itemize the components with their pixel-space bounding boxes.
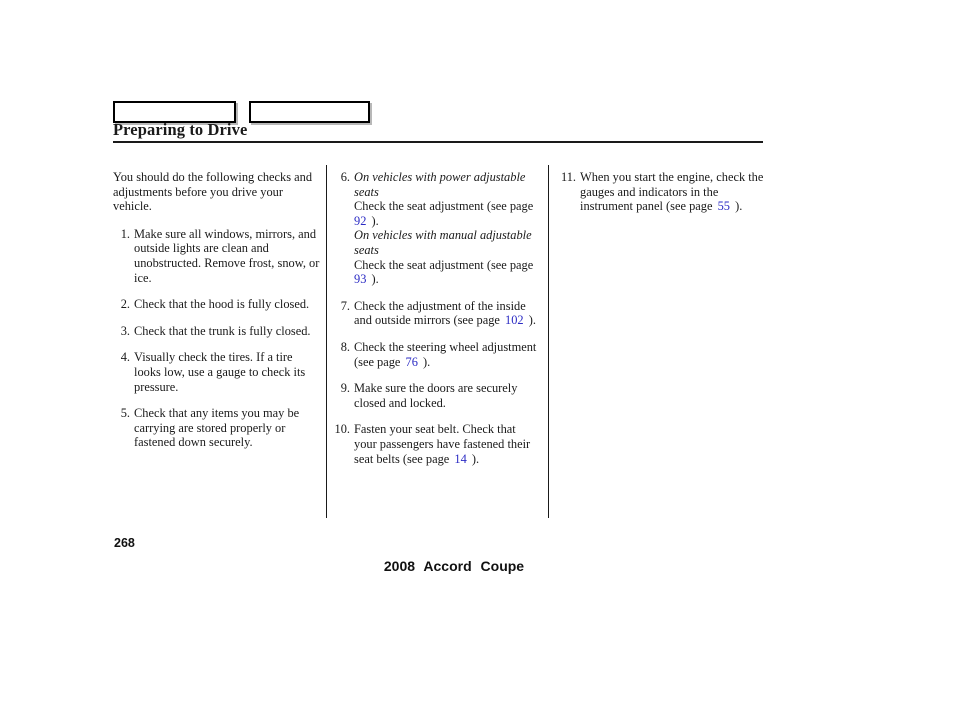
footer-title: 2008 Accord Coupe — [383, 558, 525, 574]
title-divider-rule — [113, 141, 763, 143]
page-reference-link[interactable]: 76 — [406, 355, 418, 369]
intro-paragraph: You should do the following checks and a… — [113, 170, 313, 214]
page-reference-link[interactable]: 14 — [454, 452, 466, 466]
list-item-text: Check that any items you may be carrying… — [134, 406, 300, 450]
list-item-text: Check the steering wheel adjustment (see… — [354, 339, 537, 369]
content-column-2: 6. On vehicles with power adjustable sea… — [333, 170, 541, 478]
list-item-text: Check that the hood is fully closed. — [134, 297, 310, 312]
list-item-number: 9. — [340, 381, 350, 396]
list-item: 5. Check that any items you may be carry… — [113, 406, 321, 450]
list-item-text: Make sure all windows, mirrors, and outs… — [134, 226, 320, 285]
list-item: 6. On vehicles with power adjustable sea… — [333, 170, 541, 287]
list-item-text-tail: ). — [371, 213, 379, 228]
list-item-subheading: On vehicles with manual adjustable seats — [354, 228, 532, 257]
content-column-1: You should do the following checks and a… — [113, 170, 321, 462]
list-item-number: 4. — [120, 350, 130, 365]
list-item-text-tail: ). — [528, 313, 536, 328]
column-divider-2 — [548, 165, 549, 518]
list-item-text-tail: ). — [423, 354, 431, 369]
list-item-number: 8. — [340, 339, 350, 354]
list-item-text-tail: ). — [735, 199, 743, 214]
list-item-subheading: On vehicles with power adjustable seats — [354, 170, 526, 199]
page-reference-link[interactable]: 92 — [354, 214, 366, 228]
list-item-number: 5. — [120, 406, 130, 421]
list-item-text: Check that the trunk is fully closed. — [134, 323, 311, 338]
list-item-number: 10. — [334, 422, 351, 437]
column-divider-1 — [326, 165, 327, 518]
list-item: 2. Check that the hood is fully closed. — [113, 297, 321, 312]
list-item-text: Check the adjustment of the inside and o… — [354, 298, 526, 328]
page-reference-link[interactable]: 93 — [354, 272, 366, 286]
list-item: 4. Visually check the tires. If a tire l… — [113, 350, 321, 394]
page-title: Preparing to Drive — [113, 120, 248, 139]
list-item: 10. Fasten your seat belt. Check that yo… — [333, 422, 541, 466]
list-item-text: Check the seat adjustment (see page — [354, 257, 534, 272]
list-item-text: Visually check the tires. If a tire look… — [134, 350, 306, 394]
list-item: 3. Check that the trunk is fully closed. — [113, 324, 321, 339]
list-item-number: 1. — [120, 226, 130, 241]
content-column-3: 11. When you start the engine, check the… — [555, 170, 765, 226]
page-reference-link[interactable]: 102 — [505, 313, 524, 327]
list-item-text: Fasten your seat belt. Check that your p… — [354, 422, 531, 466]
list-item-text-tail: ). — [471, 451, 480, 466]
list-item-text: Make sure the doors are securely closed … — [354, 381, 518, 410]
list-item: 8. Check the steering wheel adjustment (… — [333, 340, 541, 369]
list-item: 7. Check the adjustment of the inside an… — [333, 299, 541, 328]
list-item: 9. Make sure the doors are securely clos… — [333, 381, 541, 410]
page-reference-link[interactable]: 55 — [718, 199, 730, 213]
list-item-number: 7. — [340, 298, 350, 313]
list-item-text-tail: ). — [371, 272, 379, 287]
list-item: 11. When you start the engine, check the… — [555, 170, 765, 214]
list-item-number: 3. — [120, 323, 130, 338]
list-item-number: 2. — [120, 297, 130, 312]
list-item: 1. Make sure all windows, mirrors, and o… — [113, 227, 321, 285]
list-item-text: Check the seat adjustment (see page — [354, 199, 534, 214]
list-item-number: 6. — [340, 170, 350, 184]
page-number: 268 — [114, 536, 135, 550]
header-tab-box-2[interactable] — [249, 101, 370, 123]
list-item-number: 11. — [560, 170, 576, 184]
